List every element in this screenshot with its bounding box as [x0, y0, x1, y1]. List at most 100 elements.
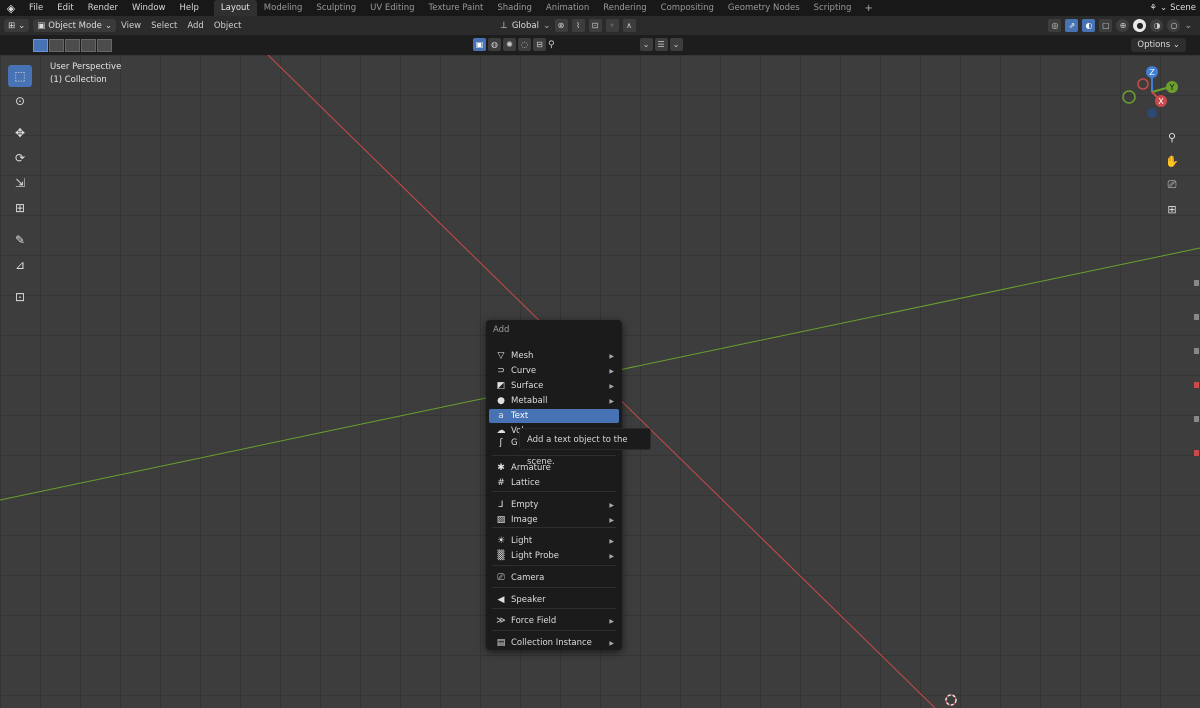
menu-item-empty[interactable]: ⅃ Empty ▶ — [489, 498, 619, 512]
transform-orientation[interactable]: Global — [512, 21, 539, 31]
add-workspace-button[interactable]: + — [858, 3, 878, 14]
sidebar-tab[interactable] — [1194, 348, 1199, 354]
navigation-tools: ⚲ ✋ ⎚ ⊞ — [1162, 126, 1182, 222]
scale-tool-icon[interactable]: ⇲ — [8, 172, 32, 194]
menu-add[interactable]: Add — [182, 21, 208, 31]
sidebar-tab[interactable] — [1194, 280, 1199, 286]
zoom-icon[interactable]: ⚲ — [1162, 126, 1182, 148]
menu-item-lattice[interactable]: # Lattice — [489, 476, 619, 490]
annotate-tool-icon[interactable]: ✎ — [8, 229, 32, 251]
filter-tools: ▣ ◍ ✺ ◌ ⊟ ⚲ ⌄ ☰ ⌄ — [473, 38, 683, 51]
menu-item-surface[interactable]: ◩ Surface ▶ — [489, 379, 619, 393]
search-input[interactable] — [556, 38, 638, 51]
neg-y-axis-icon[interactable] — [1122, 90, 1136, 104]
material-shading-icon[interactable]: ◑ — [1150, 19, 1164, 32]
select-subtract-icon[interactable] — [65, 39, 80, 52]
sidebar-tab[interactable] — [1194, 450, 1199, 456]
pivot-icon[interactable]: ⊗ — [554, 19, 568, 32]
tab-animation[interactable]: Animation — [539, 0, 596, 16]
light-filter-icon[interactable]: ✺ — [503, 38, 516, 51]
mesh-filter-icon[interactable]: ▣ — [473, 38, 486, 51]
select-extend-icon[interactable] — [49, 39, 64, 52]
tab-scripting[interactable]: Scripting — [807, 0, 859, 16]
menu-file[interactable]: File — [22, 0, 50, 16]
mode-selector[interactable]: ▣ Object Mode ⌄ — [33, 19, 116, 32]
shape-filter-icon[interactable]: ◌ — [518, 38, 531, 51]
speaker-icon: ◀ — [497, 595, 505, 605]
overlay-toggle-icon[interactable]: ◐ — [1082, 19, 1096, 32]
visibility-icon[interactable]: ◎ — [1048, 19, 1062, 32]
tab-modeling[interactable]: Modeling — [257, 0, 310, 16]
sidebar-tab[interactable] — [1194, 382, 1199, 388]
snap-target-icon[interactable]: ⊡ — [588, 19, 602, 32]
editor-type-button[interactable]: ⊞ ⌄ — [4, 19, 30, 32]
menu-item-text[interactable]: a Text — [489, 409, 619, 423]
menu-item-mesh[interactable]: ▽ Mesh ▶ — [489, 349, 619, 363]
menu-item-curve[interactable]: ⊃ Curve ▶ — [489, 364, 619, 378]
falloff-icon[interactable]: ∧ — [622, 19, 636, 32]
volume-icon: ☁ — [496, 426, 506, 436]
tab-texture-paint[interactable]: Texture Paint — [422, 0, 491, 16]
add-cube-tool-icon[interactable]: ⊡ — [8, 286, 32, 308]
camera-filter-icon[interactable]: ⊟ — [533, 38, 546, 51]
menu-item-force-field[interactable]: ≫ Force Field ▶ — [489, 614, 619, 628]
tab-geometry-nodes[interactable]: Geometry Nodes — [721, 0, 807, 16]
menu-item-metaball[interactable]: ● Metaball ▶ — [489, 394, 619, 408]
scene-selector[interactable]: ⚘ ⌄ Scene — [1149, 0, 1196, 16]
options-dropdown[interactable]: Options ⌄ — [1131, 38, 1186, 52]
measure-tool-icon[interactable]: ⊿ — [8, 254, 32, 276]
menu-item-camera[interactable]: ⎚ Camera — [489, 571, 619, 585]
camera-view-icon[interactable]: ⎚ — [1162, 174, 1182, 196]
select-invert-icon[interactable] — [81, 39, 96, 52]
select-box-tool-icon[interactable]: ⬚ — [8, 65, 32, 87]
tab-shading[interactable]: Shading — [490, 0, 539, 16]
dropdown-icon[interactable]: ⌄ — [639, 38, 653, 51]
menu-window[interactable]: Window — [125, 0, 173, 16]
menu-item-label: Image — [511, 515, 538, 525]
rendered-shading-icon[interactable]: ○ — [1167, 19, 1181, 32]
menu-item-image[interactable]: ▨ Image ▶ — [489, 513, 619, 527]
move-tool-icon[interactable]: ✥ — [8, 122, 32, 144]
menu-item-collection-instance[interactable]: ▤ Collection Instance ▶ — [489, 636, 619, 650]
gizmo-toggle-icon[interactable]: ⇗ — [1065, 19, 1079, 32]
chevron-down-icon[interactable]: ⌄ — [1184, 21, 1192, 31]
rotate-tool-icon[interactable]: ⟳ — [8, 147, 32, 169]
wireframe-shading-icon[interactable]: ⊕ — [1116, 19, 1130, 32]
neg-x-axis-icon[interactable] — [1137, 78, 1149, 90]
tab-layout[interactable]: Layout — [213, 0, 257, 16]
menu-object[interactable]: Object — [209, 21, 247, 31]
neg-z-axis-icon[interactable] — [1147, 108, 1157, 118]
menu-view[interactable]: View — [116, 21, 146, 31]
menu-item-light[interactable]: ☀ Light ▶ — [489, 534, 619, 548]
transform-tool-icon[interactable]: ⊞ — [8, 197, 32, 219]
tab-compositing[interactable]: Compositing — [654, 0, 721, 16]
solid-shading-icon[interactable]: ● — [1133, 19, 1147, 32]
xray-icon[interactable]: ▢ — [1099, 19, 1113, 32]
sphere-filter-icon[interactable]: ◍ — [488, 38, 501, 51]
pan-hand-icon[interactable]: ✋ — [1162, 150, 1182, 172]
menu-item-speaker[interactable]: ◀ Speaker — [489, 593, 619, 607]
blender-logo-icon[interactable]: ◈ — [0, 2, 22, 15]
snap-icon[interactable]: ⌇ — [571, 19, 585, 32]
perspective-toggle-icon[interactable]: ⊞ — [1162, 198, 1182, 220]
sidebar-edge — [1194, 280, 1200, 484]
menu-render[interactable]: Render — [81, 0, 125, 16]
menu-separator — [492, 491, 616, 492]
sidebar-tab[interactable] — [1194, 314, 1199, 320]
chevron-down-icon[interactable]: ⌄ — [669, 38, 683, 51]
menu-item-label: Force Field — [511, 616, 557, 626]
cursor-tool-icon[interactable]: ⊙ — [8, 90, 32, 112]
sidebar-tab[interactable] — [1194, 416, 1199, 422]
tab-sculpting[interactable]: Sculpting — [309, 0, 363, 16]
select-intersect-icon[interactable] — [97, 39, 112, 52]
filter-list-icon[interactable]: ☰ — [654, 38, 668, 51]
tab-rendering[interactable]: Rendering — [596, 0, 653, 16]
tab-uv-editing[interactable]: UV Editing — [363, 0, 421, 16]
select-new-icon[interactable] — [33, 39, 48, 52]
navigation-gizmo[interactable]: Z Y X — [1118, 62, 1188, 122]
menu-edit[interactable]: Edit — [50, 0, 80, 16]
proportional-edit-icon[interactable]: ◦ — [605, 19, 619, 32]
menu-select[interactable]: Select — [146, 21, 182, 31]
menu-help[interactable]: Help — [172, 0, 205, 16]
menu-item-light-probe[interactable]: ▒ Light Probe ▶ — [489, 549, 619, 563]
